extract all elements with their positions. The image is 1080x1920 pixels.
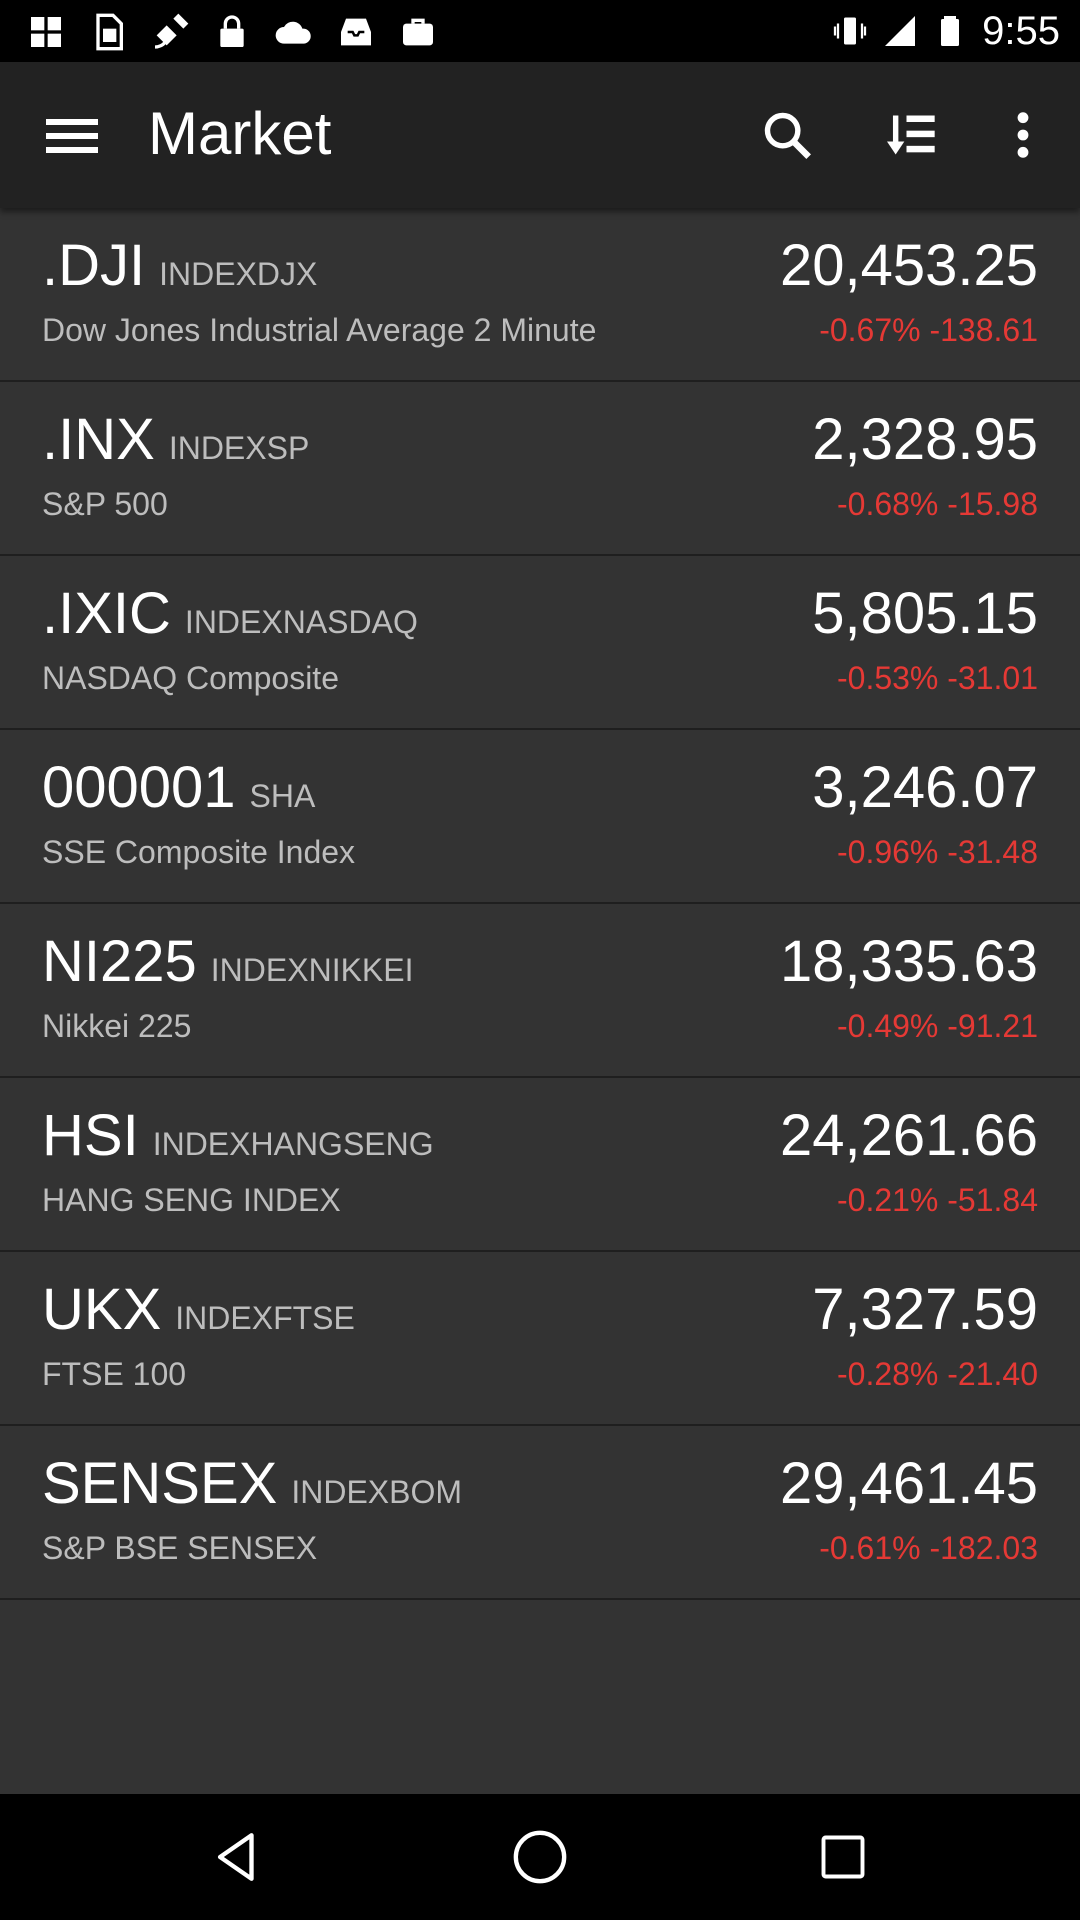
index-name: S&P 500 (42, 486, 168, 522)
home-icon (513, 1830, 567, 1884)
symbol-code: .DJI (42, 233, 146, 298)
app-bar: Market (0, 62, 1080, 208)
sort-button[interactable] (878, 100, 948, 170)
satellite-icon (154, 13, 189, 49)
market-row-ni225[interactable]: NI225 INDEXNIKKEI Nikkei 225 18,335.63 -0… (0, 904, 1080, 1078)
index-change: -0.61% -182.03 (819, 1530, 1038, 1566)
notification-icons (26, 12, 438, 52)
market-row-ukx[interactable]: UKX INDEXFTSE FTSE 100 7,327.59 -0.28% -2… (0, 1252, 1080, 1426)
index-change: -0.68% -15.98 (836, 486, 1038, 522)
clock: 9:55 (982, 9, 1060, 53)
market-row-000001[interactable]: 000001 SHA SSE Composite Index 3,246.07 -… (0, 730, 1080, 904)
grid-icon (31, 17, 61, 47)
index-change: -0.28% -21.40 (836, 1356, 1038, 1392)
index-name: Nikkei 225 (42, 1008, 192, 1044)
exchange-code: INDEXDJX (159, 256, 318, 292)
vibrate-icon (834, 17, 867, 45)
index-change: -0.96% -31.48 (836, 834, 1038, 870)
exchange-code: SHA (249, 778, 316, 814)
index-price: 18,335.63 (779, 929, 1038, 994)
menu-icon (46, 119, 98, 153)
exchange-code: INDEXBOM (291, 1474, 463, 1510)
symbol: .INX INDEXSP (42, 408, 309, 480)
symbol-code: HSI (42, 1103, 139, 1168)
market-row-hsi[interactable]: HSI INDEXHANGSENG HANG SENG INDEX 24,261.… (0, 1078, 1080, 1252)
sort-icon (887, 115, 935, 155)
index-name: HANG SENG INDEX (42, 1182, 341, 1218)
exchange-code: INDEXFTSE (175, 1300, 355, 1336)
more-icon (1017, 112, 1029, 158)
index-price: 2,328.95 (812, 407, 1038, 472)
lock-icon (220, 15, 244, 47)
battery-icon (941, 16, 960, 46)
index-price: 29,461.45 (779, 1451, 1038, 1516)
index-name: S&P BSE SENSEX (42, 1530, 318, 1566)
symbol: .IXIC INDEXNASDAQ (42, 582, 418, 654)
market-row-ixic[interactable]: .IXIC INDEXNASDAQ NASDAQ Composite 5,805.… (0, 556, 1080, 730)
market-list: .DJI INDEXDJX Dow Jones Industrial Averag… (0, 208, 1080, 1794)
symbol-code: SENSEX (42, 1451, 278, 1516)
market-row-inx[interactable]: .INX INDEXSP S&P 500 2,328.95 -0.68% -15.… (0, 382, 1080, 556)
symbol: .DJI INDEXDJX (42, 234, 317, 306)
symbol: 000001 SHA (42, 756, 315, 828)
index-price: 20,453.25 (779, 233, 1038, 298)
index-name: FTSE 100 (42, 1356, 187, 1392)
sim-icon (96, 13, 123, 51)
symbol: NI225 INDEXNIKKEI (42, 930, 414, 1002)
inbox-icon (341, 18, 371, 46)
status-bar: 9:55 (0, 0, 1080, 62)
cloud-icon (275, 21, 311, 44)
symbol-code: NI225 (42, 929, 197, 994)
index-name: SSE Composite Index (42, 834, 356, 870)
symbol-code: UKX (42, 1277, 162, 1342)
exchange-code: INDEXSP (168, 430, 310, 466)
index-change: -0.21% -51.84 (836, 1182, 1038, 1218)
search-icon (764, 112, 811, 159)
recents-button[interactable] (808, 1822, 878, 1892)
exchange-code: INDEXNASDAQ (184, 604, 418, 640)
menu-button[interactable] (34, 100, 110, 170)
more-options-button[interactable] (988, 100, 1058, 170)
symbol: UKX INDEXFTSE (42, 1278, 355, 1350)
back-icon (217, 1833, 254, 1881)
index-name: Dow Jones Industrial Average 2 Minute (42, 312, 597, 348)
index-price: 3,246.07 (812, 755, 1038, 820)
index-name: NASDAQ Composite (42, 660, 339, 696)
index-price: 7,327.59 (812, 1277, 1038, 1342)
index-price: 24,261.66 (779, 1103, 1038, 1168)
index-change: -0.49% -91.21 (836, 1008, 1038, 1044)
exchange-code: INDEXHANGSENG (152, 1126, 434, 1162)
briefcase-icon (403, 18, 433, 46)
symbol-code: .INX (42, 407, 155, 472)
search-button[interactable] (752, 100, 822, 170)
market-row-sensex[interactable]: SENSEX INDEXBOM S&P BSE SENSEX 29,461.45 … (0, 1426, 1080, 1600)
exchange-code: INDEXNIKKEI (210, 952, 414, 988)
index-price: 5,805.15 (812, 581, 1038, 646)
symbol: HSI INDEXHANGSENG (42, 1104, 434, 1176)
index-change: -0.53% -31.01 (836, 660, 1038, 696)
symbol-code: 000001 (42, 755, 236, 820)
system-nav-bar (0, 1794, 1080, 1920)
index-change: -0.67% -138.61 (819, 312, 1038, 348)
symbol: SENSEX INDEXBOM (42, 1452, 462, 1524)
page-title: Market (148, 100, 332, 167)
market-row-dji[interactable]: .DJI INDEXDJX Dow Jones Industrial Averag… (0, 208, 1080, 382)
recents-icon (821, 1835, 865, 1879)
home-button[interactable] (505, 1822, 575, 1892)
symbol-code: .IXIC (42, 581, 171, 646)
back-button[interactable] (202, 1822, 272, 1892)
signal-icon (885, 16, 916, 46)
